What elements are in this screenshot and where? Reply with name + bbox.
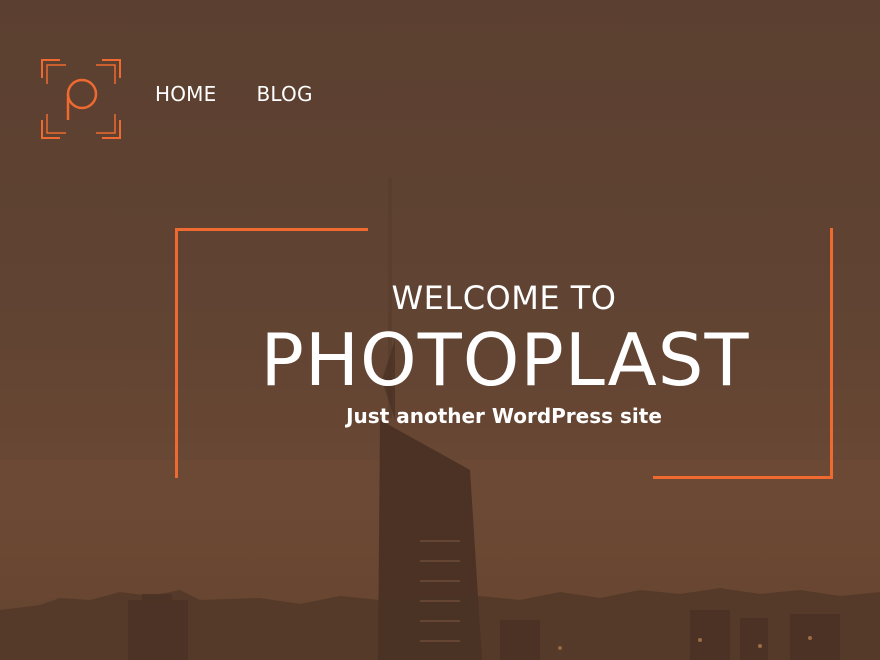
hero-welcome-text: WELCOME TO <box>391 279 617 317</box>
nav-item-home[interactable]: HOME <box>155 80 216 108</box>
site-tagline: Just another WordPress site <box>346 404 662 428</box>
hero-section: HOME BLOG WELCOME TO PHOTOPLAST Just ano… <box>0 0 880 660</box>
main-navigation: HOME BLOG <box>155 80 313 108</box>
photoplast-p-viewfinder-icon <box>41 59 121 139</box>
site-title: PHOTOPLAST <box>260 318 750 402</box>
nav-item-blog[interactable]: BLOG <box>256 80 312 108</box>
site-logo[interactable] <box>40 58 122 140</box>
